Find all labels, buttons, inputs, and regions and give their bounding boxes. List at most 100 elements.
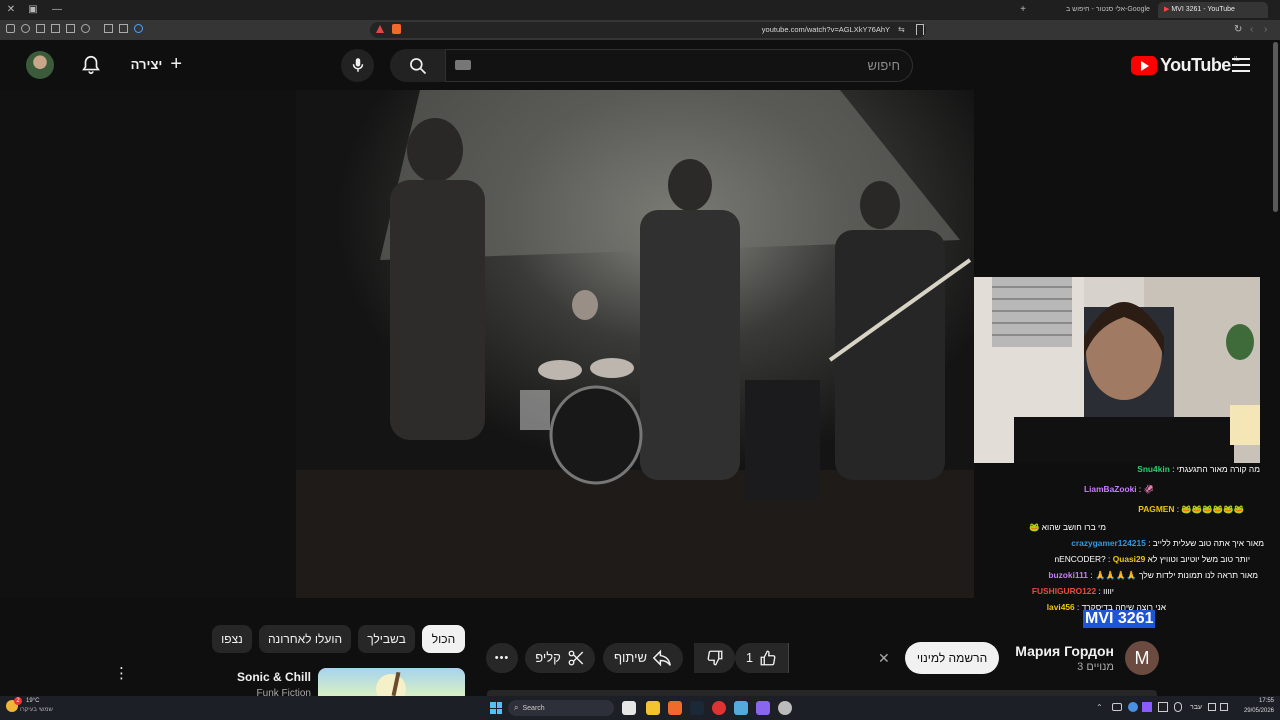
chip-recently-uploaded[interactable]: הועלו לאחרונה (259, 625, 351, 653)
chat-message: מי ברו חושב שהוא 🐸 (1029, 522, 1106, 532)
tray-chevron-icon[interactable]: ⌃ (1096, 703, 1103, 712)
chrome-icon[interactable] (712, 701, 726, 715)
video-player[interactable] (0, 90, 974, 598)
input-language[interactable]: עבר (1190, 704, 1202, 711)
taskbar (0, 696, 1280, 720)
create-button[interactable]: + יצירה (124, 54, 182, 74)
youtube-logo[interactable]: YouTube IL (1131, 55, 1240, 76)
url-text[interactable]: youtube.com/watch?v=AGLXkY76AhY (700, 22, 890, 38)
send-icon[interactable] (36, 24, 45, 33)
page-scrollbar[interactable] (1273, 42, 1278, 212)
audio-icon[interactable] (134, 24, 143, 33)
chat-message: מאור איך אתה טוב שעלית ללייב : crazygame… (1071, 538, 1264, 548)
thumbs-up-icon (760, 650, 776, 666)
video-frame (0, 90, 974, 598)
menu-hamburger-icon[interactable] (1232, 57, 1250, 73)
discord-icon[interactable] (756, 701, 770, 715)
recommendation-title[interactable]: Sonic & Chill (200, 670, 311, 684)
tab-google-search[interactable]: אלי סנטור - חיפוש ב-Google (1060, 2, 1156, 18)
reload-icon[interactable]: ↻ (1234, 24, 1242, 35)
file-explorer-icon[interactable] (646, 701, 660, 715)
chip-all[interactable]: הכול (422, 625, 465, 653)
settings-gear-icon[interactable] (778, 701, 792, 715)
microphone-icon (352, 58, 363, 72)
wallet-icon[interactable] (51, 24, 60, 33)
search-button[interactable] (390, 49, 446, 82)
restore-window-icon[interactable]: ▣ (26, 3, 40, 17)
search-icon (410, 58, 427, 75)
share-icon (652, 649, 671, 667)
chip-watched[interactable]: נצפו (212, 625, 252, 653)
back-icon[interactable]: ‹ (1250, 24, 1253, 35)
taskbar-search[interactable]: ⌕ Search (508, 700, 614, 716)
keyboard-icon[interactable] (455, 60, 471, 70)
chat-message: 🦑 : LiamBaZooki (1083, 484, 1154, 494)
close-icon[interactable]: ✕ (878, 650, 890, 667)
forward-icon[interactable]: › (1264, 24, 1267, 35)
tray-twitch-icon[interactable] (1142, 702, 1152, 712)
weather-text: שמשי בעיקרו (20, 707, 53, 713)
search-icon: ⌕ (514, 703, 519, 712)
webcam-overlay (974, 277, 1260, 463)
subscribe-button[interactable]: הרשמה למינוי (905, 642, 999, 674)
channel-name[interactable]: Мария Гордон (1010, 643, 1114, 659)
chat-message: 🐸🐸🐸🐸🐸🐸 : PAGMEN (1138, 504, 1244, 514)
chat-message: מאור תראה לנו תמונות ילדות שלך 🙏🙏🙏🙏 : bu… (1048, 570, 1258, 580)
notification-badge: 2 (14, 697, 22, 705)
brave-shield-icon[interactable] (392, 24, 401, 34)
minimize-window-icon[interactable]: — (50, 3, 64, 17)
clip-button[interactable]: קליפ (525, 643, 595, 673)
reader-icon[interactable] (104, 24, 113, 33)
shield-icon[interactable] (21, 24, 30, 33)
music-icon[interactable] (81, 24, 90, 33)
recommendation-channel[interactable]: Funk Fiction (200, 688, 311, 696)
chip-for-you[interactable]: בשבילך (358, 625, 415, 653)
like-button[interactable]: 1 (735, 643, 789, 673)
windows-start-icon[interactable] (490, 702, 502, 714)
chat-message: מה קורה מאור התגעגתי : Snu4kin (1137, 464, 1260, 474)
more-actions-button[interactable]: ••• (486, 643, 518, 673)
share-button[interactable]: שיתוף (603, 643, 683, 673)
thumbs-down-icon (707, 650, 722, 666)
youtube-favicon-icon: ▶ (1164, 6, 1170, 13)
tray-cloud-icon[interactable] (1128, 702, 1138, 712)
recommendation-thumbnail[interactable] (318, 668, 465, 696)
weather-temp: 19°C (26, 698, 40, 704)
tabs-icon[interactable] (66, 24, 75, 33)
channel-avatar[interactable]: M (1125, 641, 1159, 675)
voice-search-button[interactable] (341, 49, 374, 82)
avatar[interactable] (26, 51, 54, 79)
browser-tab-bar: ✕ ▣ — + אלי סנטור - חיפוש ב-Google ▶ MVI… (0, 0, 1280, 20)
extensions-icon[interactable] (119, 24, 128, 33)
search-input[interactable] (445, 49, 913, 82)
close-window-icon[interactable]: ✕ (4, 3, 18, 17)
steam-icon[interactable] (690, 701, 704, 715)
task-view-icon[interactable] (622, 701, 636, 715)
webcam-frame (974, 277, 1260, 463)
volume-icon[interactable] (1220, 703, 1228, 711)
translate-icon[interactable]: ⇆ (898, 25, 905, 34)
bookmark-icon[interactable] (916, 24, 924, 35)
browser-toolbar-icons (6, 24, 143, 33)
search-placeholder: חיפוש (867, 58, 900, 73)
chat-message: יותר טוב משל יוטיוב וטוויץ לא nENCODER? … (1054, 554, 1251, 564)
clock-date[interactable]: 29/05/2026 (1234, 708, 1274, 714)
subscriber-count: 3 מנויים (1077, 661, 1114, 673)
notifications-bell-icon[interactable] (80, 54, 102, 76)
wifi-icon[interactable] (1208, 703, 1216, 711)
scissors-icon (568, 650, 584, 666)
tab-youtube[interactable]: ▶ MVI 3261 - YouTube (1158, 2, 1268, 18)
plus-icon: + (170, 53, 182, 75)
new-tab-icon[interactable]: + (1016, 3, 1030, 17)
tray-app-icon[interactable] (1112, 703, 1122, 711)
brave-browser-icon[interactable] (668, 701, 682, 715)
clock-time[interactable]: 17:55 (1234, 698, 1274, 704)
tray-display-icon[interactable] (1158, 702, 1168, 712)
app-icon[interactable] (734, 701, 748, 715)
youtube-play-logo-icon (1131, 56, 1157, 75)
sidebar-icon[interactable] (6, 24, 15, 33)
dislike-button[interactable] (694, 643, 735, 673)
kebab-menu-icon[interactable]: ⋮ (114, 666, 129, 681)
video-title: MVI 3261 (1083, 610, 1156, 628)
tray-mic-icon[interactable] (1174, 702, 1182, 712)
